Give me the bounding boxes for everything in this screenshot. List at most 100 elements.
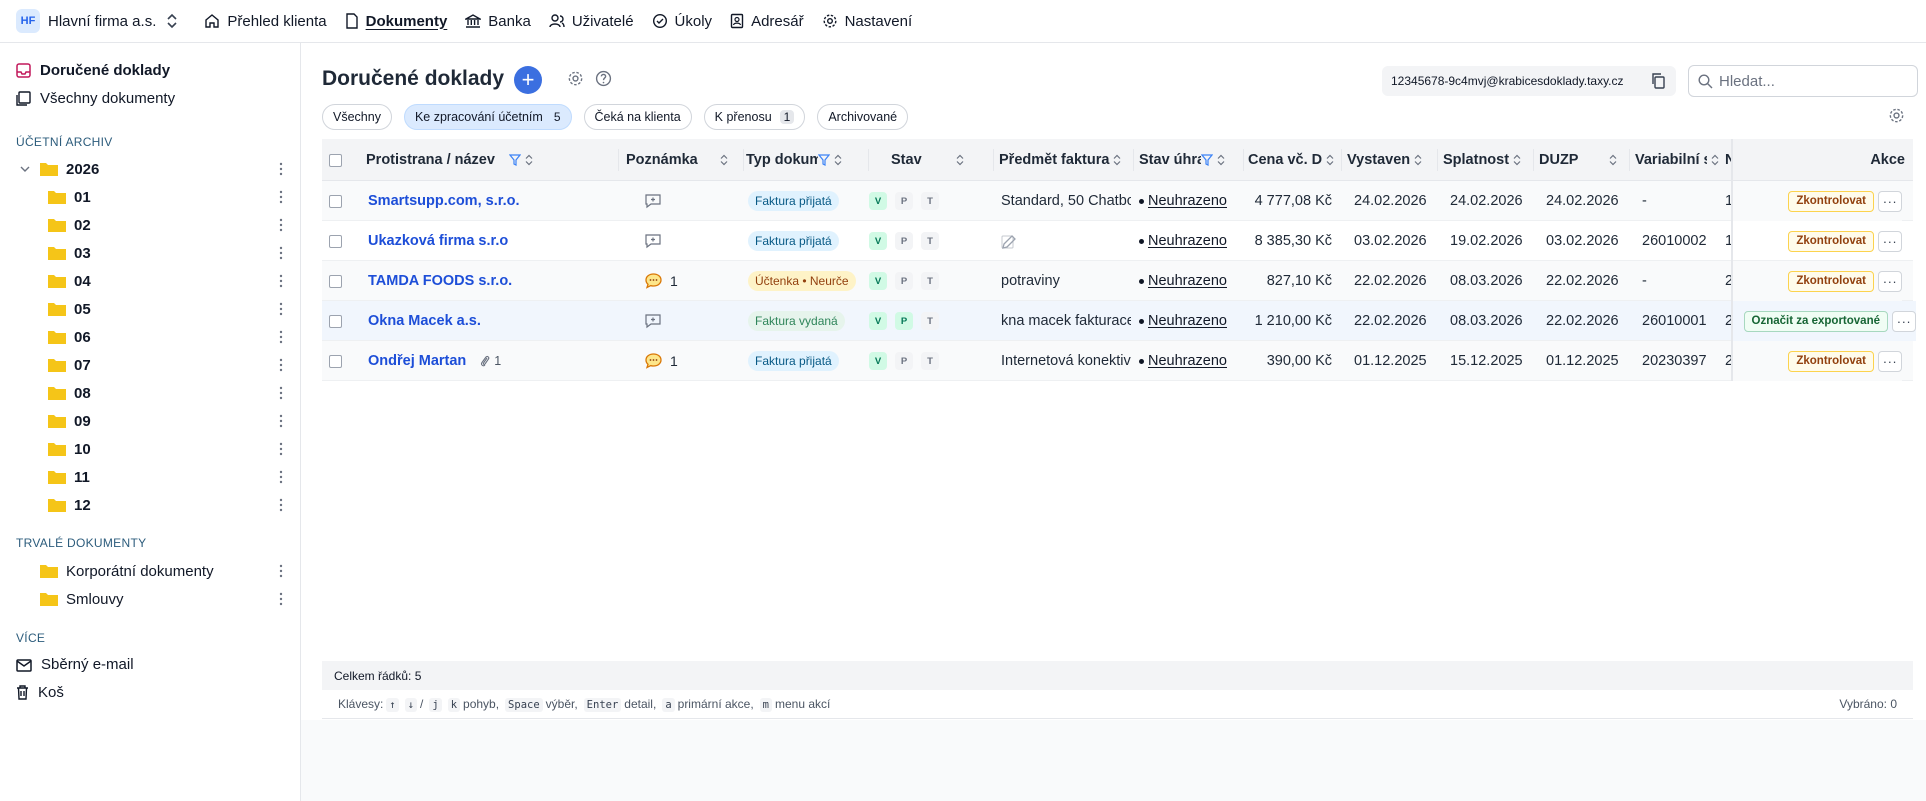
add-note-icon[interactable] (644, 233, 662, 249)
column-header-party[interactable]: Protistrana / název (366, 139, 566, 181)
folder-month-01[interactable]: 01 (48, 185, 286, 209)
attachment-count[interactable]: 1 (480, 354, 501, 368)
more-vertical-icon[interactable] (278, 413, 284, 429)
column-separator[interactable] (868, 149, 869, 171)
primary-action-button[interactable]: Zkontrolovat (1788, 190, 1874, 212)
help-icon[interactable] (595, 70, 612, 87)
column-separator[interactable] (1629, 149, 1630, 171)
more-actions-button[interactable]: ··· (1878, 190, 1902, 212)
more-vertical-icon[interactable] (278, 497, 284, 513)
add-note-icon[interactable] (644, 193, 662, 209)
select-all-checkbox[interactable] (329, 153, 342, 167)
sort-icon[interactable] (1414, 154, 1422, 166)
payment-status[interactable]: Neuhrazeno (1139, 233, 1227, 249)
sidebar-item-trash[interactable]: Koš (16, 684, 64, 701)
row-checkbox[interactable] (329, 234, 342, 248)
row-checkbox[interactable] (329, 314, 342, 328)
party-link[interactable]: Ukazková firma s.r.o (368, 233, 508, 249)
more-actions-button[interactable]: ··· (1878, 350, 1902, 372)
primary-action-button[interactable]: Zkontrolovat (1788, 230, 1874, 252)
collect-email-address[interactable]: 12345678-9c4mvj@krabicesdoklady.taxy.cz (1382, 66, 1676, 96)
table-row[interactable]: TAMDA FOODS s.r.o. 1 Účtenka • Neurče V P Tpo… (322, 261, 1913, 301)
add-document-button[interactable]: + (514, 66, 542, 94)
filter-all[interactable]: Všechny (322, 104, 392, 130)
folder-corporate[interactable]: Korporátní dokumenty (40, 559, 286, 583)
filter-archived[interactable]: Archivované (817, 104, 909, 130)
more-actions-button[interactable]: ··· (1878, 230, 1902, 252)
sidebar-item-inbox[interactable]: Doručené doklady (16, 62, 170, 79)
column-separator[interactable] (1341, 149, 1342, 171)
more-vertical-icon[interactable] (278, 329, 284, 345)
payment-status[interactable]: Neuhrazeno (1139, 353, 1227, 369)
column-separator[interactable] (618, 149, 619, 171)
more-vertical-icon[interactable] (278, 469, 284, 485)
sort-icon[interactable] (956, 154, 964, 166)
more-vertical-icon[interactable] (278, 217, 284, 233)
column-header-payment[interactable]: Stav úhra (1139, 139, 1239, 181)
more-vertical-icon[interactable] (278, 385, 284, 401)
folder-month-06[interactable]: 06 (48, 325, 286, 349)
sort-icon[interactable] (720, 154, 728, 166)
sidebar-item-all-documents[interactable]: Všechny dokumenty (16, 90, 175, 107)
filter-to-transfer[interactable]: K přenosu 1 (703, 104, 806, 130)
sidebar-item-collect-email[interactable]: Sběrný e-mail (16, 656, 134, 673)
more-vertical-icon[interactable] (278, 273, 284, 289)
company-switcher[interactable]: HF Hlavní firma a.s. (16, 9, 178, 33)
column-header-issued[interactable]: Vystaven (1347, 139, 1435, 181)
sort-icon[interactable] (1326, 154, 1334, 166)
filter-icon[interactable] (818, 154, 830, 166)
table-row[interactable]: Ukazková firma s.r.o Faktura přijatá V P T Ne… (322, 221, 1913, 261)
column-header-duzp[interactable]: DUZP (1539, 139, 1627, 181)
folder-month-07[interactable]: 07 (48, 353, 286, 377)
more-vertical-icon[interactable] (278, 301, 284, 317)
more-vertical-icon[interactable] (278, 591, 284, 607)
sort-icon[interactable] (834, 154, 842, 166)
nav-users[interactable]: Uživatelé (549, 13, 634, 30)
column-separator[interactable] (1243, 149, 1244, 171)
sort-icon[interactable] (1113, 154, 1121, 166)
nav-bank[interactable]: Banka (465, 13, 531, 30)
filter-waiting-client[interactable]: Čeká na klienta (583, 104, 692, 130)
nav-contacts[interactable]: Adresář (730, 13, 804, 30)
folder-month-12[interactable]: 12 (48, 493, 286, 517)
column-separator[interactable] (993, 149, 994, 171)
folder-month-08[interactable]: 08 (48, 381, 286, 405)
row-checkbox[interactable] (329, 354, 342, 368)
payment-status[interactable]: Neuhrazeno (1139, 273, 1227, 289)
column-header-type[interactable]: Typ dokum (746, 139, 864, 181)
folder-month-04[interactable]: 04 (48, 269, 286, 293)
column-separator[interactable] (1133, 149, 1134, 171)
column-header-price[interactable]: Cena vč. D (1248, 139, 1338, 181)
comment-icon[interactable] (644, 352, 663, 370)
party-link[interactable]: Ondřej Martan (368, 353, 466, 369)
column-separator[interactable] (743, 149, 744, 171)
column-separator[interactable] (1533, 149, 1534, 171)
folder-month-05[interactable]: 05 (48, 297, 286, 321)
payment-status[interactable]: Neuhrazeno (1139, 313, 1227, 329)
nav-overview[interactable]: Přehled klienta (204, 13, 327, 30)
payment-status[interactable]: Neuhrazeno (1139, 193, 1227, 209)
sort-icon[interactable] (525, 154, 533, 166)
comment-icon[interactable] (644, 272, 663, 290)
table-row[interactable]: Smartsupp.com, s.r.o. Faktura přijatá V P T S… (322, 181, 1913, 221)
filter-icon[interactable] (508, 154, 521, 166)
column-header-vs[interactable]: Variabilní s (1635, 139, 1725, 181)
copy-icon[interactable] (1651, 73, 1666, 89)
filter-icon[interactable] (1201, 154, 1213, 166)
nav-settings[interactable]: Nastavení (822, 13, 912, 30)
column-header-due[interactable]: Splatnost (1443, 139, 1531, 181)
folder-month-10[interactable]: 10 (48, 437, 286, 461)
column-header-subject[interactable]: Předmět faktura (999, 139, 1129, 181)
column-separator[interactable] (1437, 149, 1438, 171)
party-link[interactable]: Smartsupp.com, s.r.o. (368, 193, 520, 209)
party-link[interactable]: TAMDA FOODS s.r.o. (368, 273, 512, 289)
more-vertical-icon[interactable] (278, 161, 284, 177)
search-input[interactable] (1719, 72, 1909, 90)
more-actions-button[interactable]: ··· (1878, 270, 1902, 292)
add-note-icon[interactable] (644, 313, 662, 329)
folder-month-02[interactable]: 02 (48, 213, 286, 237)
sort-icon[interactable] (1711, 154, 1719, 166)
more-vertical-icon[interactable] (278, 441, 284, 457)
sort-icon[interactable] (1217, 154, 1225, 166)
table-row[interactable]: Ondřej Martan 1 1 Faktura přijatá V P T Interne… (322, 341, 1913, 381)
